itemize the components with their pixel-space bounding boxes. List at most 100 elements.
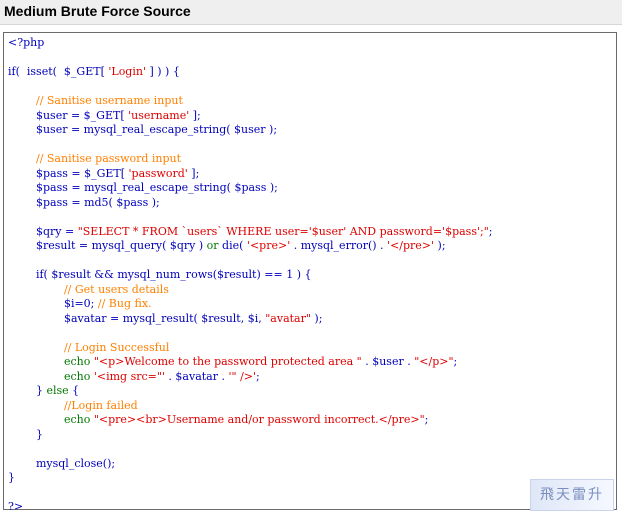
code-token: $pass = $_GET[ bbox=[8, 166, 129, 180]
code-line: $user = mysql_real_escape_string( $user … bbox=[8, 123, 492, 138]
code-token: if( $result && mysql_num_rows($result) =… bbox=[8, 268, 312, 281]
code-line: // Get users details bbox=[8, 283, 492, 298]
code-token: '<img src="' bbox=[93, 369, 165, 383]
code-line: if( $result && mysql_num_rows($result) =… bbox=[8, 268, 492, 283]
code-token: echo bbox=[63, 369, 91, 383]
code-token: $result = mysql_query( $qry ) bbox=[8, 239, 207, 252]
code-line: // Sanitise username input bbox=[8, 94, 492, 109]
code-token: $pass = mysql_real_escape_string( $pass … bbox=[8, 181, 278, 194]
code-token: "</p>" bbox=[414, 355, 454, 368]
code-line: echo "<pre><br>Username and/or password … bbox=[8, 413, 492, 428]
code-token: $pass = md5( $pass ); bbox=[8, 195, 160, 209]
code-line: $pass = $_GET[ 'password' ]; bbox=[8, 167, 492, 182]
code-token: "SELECT * FROM `users` WHERE user='$user… bbox=[77, 224, 489, 238]
code-line: $qry = "SELECT * FROM `users` WHERE user… bbox=[8, 224, 493, 240]
code-token: ; bbox=[424, 413, 429, 426]
code-line: $user = $_GET[ 'username' ]; bbox=[8, 109, 492, 124]
source-code-panel: <?php if( isset( $_GET[ 'Login' ] ) ) { … bbox=[3, 32, 617, 513]
code-token: . $avatar . bbox=[164, 369, 229, 383]
code-token: if( bbox=[8, 65, 24, 78]
code-token: // Sanitise username input bbox=[35, 94, 183, 107]
code-token: } bbox=[8, 471, 15, 484]
code-token: ); bbox=[310, 311, 323, 325]
code-token: ); bbox=[434, 239, 446, 252]
code-token: $i=0; bbox=[8, 297, 98, 310]
code-line: $avatar = mysql_result( $result, $i, "av… bbox=[8, 312, 492, 327]
code-token: 'password' bbox=[128, 166, 188, 180]
code-token: mysql_close(); bbox=[8, 456, 116, 470]
code-token: ; bbox=[453, 355, 458, 368]
watermark-logo: 飛天雷升 bbox=[530, 479, 614, 511]
code-line: $pass = md5( $pass ); bbox=[8, 196, 492, 211]
code-line: echo '<img src="' . $avatar . '" />'; bbox=[8, 370, 492, 385]
code-token: die( bbox=[218, 239, 247, 252]
code-token: { bbox=[68, 384, 80, 397]
code-line: } bbox=[8, 471, 492, 486]
page-title: Medium Brute Force Source bbox=[0, 0, 622, 25]
code-token: ]; bbox=[187, 166, 200, 180]
code-line: echo "<p>Welcome to the password protect… bbox=[8, 355, 492, 370]
code-token: ; bbox=[256, 369, 260, 383]
code-token: '</pre>' bbox=[387, 239, 435, 252]
code-token: ?> bbox=[8, 500, 24, 513]
code-token: <?php bbox=[8, 36, 45, 49]
code-token: $_GET[ bbox=[60, 65, 109, 78]
code-token: 'username' bbox=[128, 108, 190, 122]
code-line: ?> bbox=[8, 500, 492, 515]
code-token: $user = $_GET[ bbox=[8, 108, 129, 122]
php-source-code: <?php if( isset( $_GET[ 'Login' ] ) ) { … bbox=[8, 36, 492, 515]
code-line: <?php bbox=[8, 36, 492, 51]
code-line: $i=0; // Bug fix. bbox=[8, 297, 492, 312]
code-token: echo bbox=[63, 413, 91, 426]
code-token: } bbox=[8, 384, 47, 397]
code-token: $user = mysql_real_escape_string( $user … bbox=[8, 123, 278, 136]
code-token: } bbox=[8, 427, 43, 441]
code-token: "avatar" bbox=[265, 311, 311, 325]
code-token: $avatar = mysql_result( $result, $i, bbox=[8, 311, 266, 325]
code-token: "<pre><br>Username and/or password incor… bbox=[93, 413, 425, 426]
code-token: //Login failed bbox=[63, 398, 138, 412]
code-token: ; bbox=[488, 224, 493, 238]
code-line: } bbox=[8, 428, 492, 443]
code-token: // Bug fix. bbox=[97, 297, 152, 310]
code-token: // Get users details bbox=[63, 282, 169, 296]
code-line: $pass = mysql_real_escape_string( $pass … bbox=[8, 181, 492, 196]
code-token: . $user . bbox=[361, 355, 415, 368]
code-token: 'Login' bbox=[108, 65, 146, 78]
code-token: $qry = bbox=[8, 224, 78, 238]
code-line: // Login Successful bbox=[8, 341, 492, 356]
code-line: // Sanitise password input bbox=[8, 152, 492, 167]
code-token: '<pre>' bbox=[246, 239, 291, 252]
code-token: echo bbox=[63, 355, 91, 368]
code-token: // Sanitise password input bbox=[35, 152, 182, 165]
code-line: if( isset( $_GET[ 'Login' ] ) ) { bbox=[8, 65, 492, 80]
code-token: ]; bbox=[189, 108, 201, 122]
code-line: //Login failed bbox=[8, 399, 492, 414]
code-token: else bbox=[46, 384, 69, 397]
code-token: '" />' bbox=[228, 369, 257, 383]
code-token: isset( bbox=[23, 65, 61, 78]
code-token: // Login Successful bbox=[63, 340, 170, 354]
code-line: mysql_close(); bbox=[8, 457, 492, 472]
code-token: ] ) ) { bbox=[145, 65, 180, 78]
code-line: $result = mysql_query( $qry ) or die( '<… bbox=[8, 239, 492, 254]
code-token: or bbox=[206, 239, 219, 252]
code-token: "<p>Welcome to the password protected ar… bbox=[93, 355, 362, 368]
code-token: . mysql_error() . bbox=[290, 239, 388, 252]
